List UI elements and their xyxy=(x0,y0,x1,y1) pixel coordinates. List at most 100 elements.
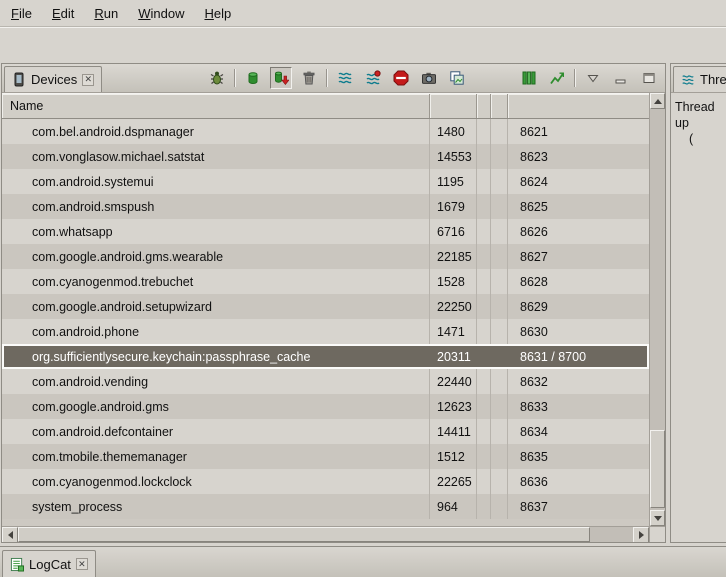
tab-threads[interactable]: Threads xyxy=(673,66,726,92)
column-header-heap[interactable] xyxy=(477,94,491,118)
process-pid: 14553 xyxy=(430,144,477,169)
heap-indicator-cell xyxy=(477,244,491,269)
minimize-icon[interactable] xyxy=(610,67,632,89)
scroll-left-button[interactable] xyxy=(2,527,18,543)
logcat-icon xyxy=(10,557,24,572)
process-name: org.sufficientlysecure.keychain:passphra… xyxy=(2,344,430,369)
process-name: com.google.android.gms xyxy=(2,394,430,419)
heap-indicator-cell xyxy=(477,494,491,519)
tab-logcat[interactable]: LogCat ✕ xyxy=(2,550,96,577)
heap-indicator-cell xyxy=(477,169,491,194)
sysinfo-graph-icon[interactable] xyxy=(546,67,568,89)
process-pid: 12623 xyxy=(430,394,477,419)
close-icon[interactable]: ✕ xyxy=(82,74,94,86)
thread-indicator-cell xyxy=(491,494,508,519)
menu-file[interactable]: File xyxy=(2,3,41,24)
debug-icon[interactable] xyxy=(206,67,228,89)
horizontal-scroll-track[interactable] xyxy=(590,527,633,542)
maximize-icon[interactable] xyxy=(638,67,660,89)
process-pid: 20311 xyxy=(430,344,477,369)
table-row[interactable]: com.tmobile.thememanager 1512 8635 xyxy=(2,444,649,469)
process-name: com.cyanogenmod.lockclock xyxy=(2,469,430,494)
update-threads-icon[interactable] xyxy=(334,67,356,89)
process-pid: 1471 xyxy=(430,319,477,344)
heap-indicator-cell xyxy=(477,319,491,344)
scrollbar-corner xyxy=(649,527,665,542)
table-row[interactable]: com.google.android.setupwizard 22250 862… xyxy=(2,294,649,319)
threads-message-line2: ( xyxy=(675,131,722,147)
thread-indicator-cell xyxy=(491,119,508,144)
table-row[interactable]: com.android.vending 22440 8632 xyxy=(2,369,649,394)
dump-hprof-icon[interactable] xyxy=(270,67,292,89)
horizontal-scrollbar[interactable] xyxy=(2,527,649,542)
process-name: com.google.android.gms.wearable xyxy=(2,244,430,269)
process-name: system_process xyxy=(2,494,430,519)
process-name: com.whatsapp xyxy=(2,219,430,244)
process-port: 8623 xyxy=(508,144,649,169)
table-row[interactable]: com.android.defcontainer 14411 8634 xyxy=(2,419,649,444)
process-pid: 1512 xyxy=(430,444,477,469)
process-name: com.android.smspush xyxy=(2,194,430,219)
horizontal-scrollbar-row xyxy=(2,526,665,542)
process-pid: 1195 xyxy=(430,169,477,194)
column-header-name[interactable]: Name xyxy=(2,94,430,118)
update-heap-icon[interactable] xyxy=(242,67,264,89)
process-pid: 22250 xyxy=(430,294,477,319)
thread-indicator-cell xyxy=(491,194,508,219)
process-port: 8625 xyxy=(508,194,649,219)
device-table-columns: Name com.bel.android.dspmanager 1480 862… xyxy=(2,93,649,526)
menu-edit[interactable]: Edit xyxy=(43,3,83,24)
menu-run[interactable]: Run xyxy=(85,3,127,24)
close-icon[interactable]: ✕ xyxy=(76,558,88,570)
table-row[interactable]: com.whatsapp 6716 8626 xyxy=(2,219,649,244)
table-row[interactable]: com.cyanogenmod.trebuchet 1528 8628 xyxy=(2,269,649,294)
column-header-threads[interactable] xyxy=(491,94,508,118)
devices-toolbar xyxy=(206,67,665,89)
process-pid: 1679 xyxy=(430,194,477,219)
scroll-up-button[interactable] xyxy=(650,93,665,109)
menu-help[interactable]: Help xyxy=(195,3,240,24)
process-name: com.tmobile.thememanager xyxy=(2,444,430,469)
view-menu-icon[interactable] xyxy=(582,67,604,89)
heap-indicator-cell xyxy=(477,294,491,319)
vertical-scroll-thumb[interactable] xyxy=(650,430,665,508)
screenshot-gallery-icon[interactable] xyxy=(446,67,468,89)
vertical-scrollbar[interactable] xyxy=(649,93,665,526)
thread-indicator-cell xyxy=(491,219,508,244)
scroll-right-button[interactable] xyxy=(633,527,649,543)
horizontal-scroll-thumb[interactable] xyxy=(18,527,590,542)
table-row[interactable]: com.android.phone 1471 8630 xyxy=(2,319,649,344)
process-name: com.vonglasow.michael.satstat xyxy=(2,144,430,169)
start-method-profiling-icon[interactable] xyxy=(362,67,384,89)
table-row[interactable]: com.google.android.gms 12623 8633 xyxy=(2,394,649,419)
hierarchy-view-icon[interactable] xyxy=(518,67,540,89)
table-row[interactable]: org.sufficientlysecure.keychain:passphra… xyxy=(2,344,649,369)
table-row[interactable]: com.android.systemui 1195 8624 xyxy=(2,169,649,194)
column-header-pid[interactable] xyxy=(430,94,477,118)
table-row[interactable]: com.android.smspush 1679 8625 xyxy=(2,194,649,219)
stop-process-icon[interactable] xyxy=(390,67,412,89)
threads-message-line1: Thread up xyxy=(675,99,722,131)
heap-indicator-cell xyxy=(477,144,491,169)
table-row[interactable]: com.cyanogenmod.lockclock 22265 8636 xyxy=(2,469,649,494)
table-row[interactable]: com.bel.android.dspmanager 1480 8621 xyxy=(2,119,649,144)
process-pid: 1480 xyxy=(430,119,477,144)
thread-indicator-cell xyxy=(491,294,508,319)
tab-devices[interactable]: Devices ✕ xyxy=(4,66,102,92)
menu-window[interactable]: Window xyxy=(129,3,193,24)
threads-panel: Threads Thread up ( xyxy=(670,63,726,543)
table-row[interactable]: system_process 964 8637 xyxy=(2,494,649,519)
vertical-scroll-track[interactable] xyxy=(650,109,665,510)
heap-indicator-cell xyxy=(477,219,491,244)
column-header-port[interactable] xyxy=(508,94,649,118)
screen-capture-icon[interactable] xyxy=(418,67,440,89)
toolbar-separator xyxy=(326,69,328,87)
table-row[interactable]: com.google.android.gms.wearable 22185 86… xyxy=(2,244,649,269)
heap-indicator-cell xyxy=(477,194,491,219)
threads-icon xyxy=(681,73,695,87)
toolbar-separator xyxy=(234,69,236,87)
table-row[interactable]: com.vonglasow.michael.satstat 14553 8623 xyxy=(2,144,649,169)
cause-gc-icon[interactable] xyxy=(298,67,320,89)
scroll-down-button[interactable] xyxy=(650,510,665,526)
process-port: 8621 xyxy=(508,119,649,144)
